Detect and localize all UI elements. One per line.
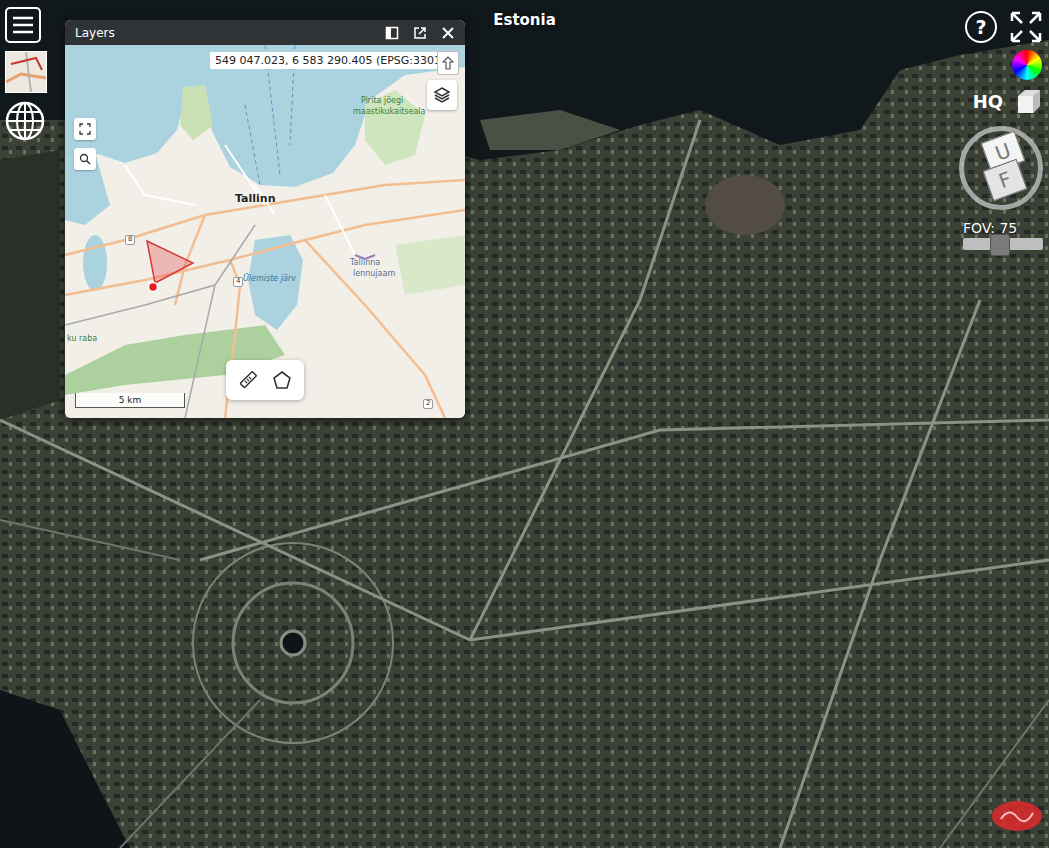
layers-map[interactable]: Pirita jõegi maastikukaitseala Tallinn Ülem… <box>65 45 465 418</box>
map-label: 2 <box>423 399 433 409</box>
fit-extent-button[interactable] <box>74 118 96 140</box>
expand-icon <box>79 123 91 135</box>
close-icon[interactable] <box>441 26 455 40</box>
collapse-coordinates-button[interactable] <box>437 51 459 75</box>
right-controls: ?HQUFFOV: 75 <box>953 10 1043 250</box>
dock-icon[interactable] <box>385 26 399 40</box>
layer-switch-button[interactable] <box>427 80 457 110</box>
map-label: maastikukaitseala <box>353 108 425 117</box>
map-label: Tallinn <box>235 193 275 205</box>
arrow-up-icon <box>442 56 454 70</box>
globe-icon <box>5 101 45 141</box>
fov-slider-thumb[interactable] <box>990 234 1010 256</box>
globe-button[interactable] <box>5 101 47 141</box>
view-cube[interactable]: UF <box>955 122 1047 214</box>
cube-icon[interactable] <box>1013 86 1043 116</box>
fov-slider[interactable] <box>963 238 1043 250</box>
polygon-icon[interactable] <box>271 369 293 391</box>
search-button[interactable] <box>74 148 96 170</box>
map-label: Ülemiste järv <box>243 275 296 284</box>
map-label: Tallinna <box>350 259 380 268</box>
map-label: 4 <box>233 277 243 287</box>
color-wheel-button[interactable] <box>1012 50 1042 80</box>
map-label: ku raba <box>67 335 97 344</box>
left-toolbar <box>5 7 47 141</box>
menu-button[interactable] <box>5 7 47 43</box>
map-viewer: EstoniaLayersPirita jõegimaastikukaitsea… <box>0 0 1049 848</box>
map-thumbnail-button[interactable] <box>5 51 47 93</box>
panel-title-bar[interactable]: Layers <box>65 20 465 45</box>
measure-toolbar <box>226 360 304 400</box>
help-button[interactable]: ? <box>965 11 997 43</box>
layers-icon <box>433 86 451 104</box>
fov-label: FOV: 75 <box>963 220 1017 236</box>
popout-icon[interactable] <box>413 26 427 40</box>
magnifier-icon <box>79 153 91 165</box>
map-label: lennujaam <box>353 270 395 279</box>
ruler-icon[interactable] <box>237 369 259 391</box>
layers-panel[interactable]: Layers Pirita jõegi maastikukaitseala Talli… <box>65 20 465 418</box>
fov-control: FOV: 75 <box>963 220 1043 250</box>
map-label: 8 <box>125 235 135 245</box>
hamburger-icon <box>5 7 41 43</box>
map-label: Pirita jõegi <box>361 97 403 106</box>
maa-amet-logo-icon[interactable] <box>991 799 1043 833</box>
fullscreen-icon[interactable] <box>1009 10 1043 44</box>
quality-toggle[interactable]: HQ <box>973 91 1003 112</box>
coordinates-readout: 549 047.023, 6 583 290.405 (EPSG:3301) <box>210 52 450 69</box>
minimap-icon <box>6 52 46 92</box>
panel-title: Layers <box>75 26 115 40</box>
scale-bar: 5 km <box>75 393 185 408</box>
